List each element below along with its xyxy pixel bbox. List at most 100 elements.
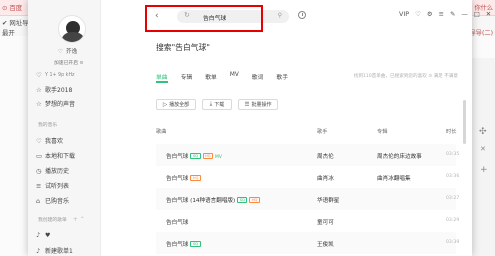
singer-cell[interactable]: 华语群星 — [317, 196, 339, 204]
vip-button[interactable]: VIP — [399, 10, 409, 18]
table-row[interactable]: 告白气球 HQ 曲肖冰 曲肖冰翻唱集 03:36 — [156, 166, 460, 188]
minimize-button[interactable]: — — [461, 10, 467, 18]
vip-status[interactable]: 加速已开启 ⊙ — [54, 59, 84, 66]
sidebar-item-label: 梦想的声音 — [45, 101, 76, 108]
user-name[interactable]: ♡ 芥逸 — [58, 47, 98, 55]
browser-tab[interactable]: ⊙ 百度 — [2, 3, 22, 12]
heart-icon: ♡ — [36, 136, 42, 145]
tab-singers[interactable]: 歌手 — [276, 72, 288, 81]
table-row[interactable]: 告白气球 SQ HQ MV 周杰伦 周杰伦的床边故事 03:35 — [156, 144, 460, 166]
tab-lyrics[interactable]: 歌词 — [252, 72, 264, 81]
sidebar-item-singer-2018[interactable]: ☆ 歌手2018 — [36, 85, 72, 95]
search-icon[interactable]: ⚲ — [278, 12, 282, 19]
search-feedback-tip[interactable]: 找到110首单曲，已搜索到您的喜欢 ⊙ 满足 不满意 — [354, 73, 458, 79]
user-name-text: 芥逸 — [66, 49, 78, 55]
heart-outline-icon: ♡ — [58, 49, 64, 55]
sidebar-playlist-item[interactable]: ♪ ♥ — [36, 231, 50, 239]
sidebar-item-label: 播放历史 — [45, 168, 70, 175]
bookmark-right-text[interactable]: 导导(二) — [470, 28, 493, 37]
sq-badge: SQ — [237, 197, 248, 203]
sidebar-item-trial-list[interactable]: ≡ 试听列表 — [36, 181, 70, 191]
duration-cell: 03:29 — [446, 218, 460, 223]
singer-cell[interactable]: 周杰伦 — [317, 152, 334, 160]
album-cell[interactable]: 周杰伦的床边故事 — [377, 152, 422, 160]
music-app-window: ♡ 芥逸 加速已开启 ⊙ ♡ Y 1+ 9p kHz ☆ 歌手2018 ☆ 梦想的… — [28, 0, 491, 256]
menu-icon[interactable]: ≡ — [439, 10, 444, 18]
header-song[interactable]: 歌曲 — [156, 128, 166, 135]
play-all-button[interactable]: ▷ 播放全部 — [156, 99, 196, 110]
bookmark-row-label[interactable]: 最开 — [2, 28, 15, 37]
download-button[interactable]: ⤓ 下载 — [202, 99, 232, 110]
avatar-body-shape — [62, 32, 84, 42]
song-title-cell: 告白气球 HQ — [166, 174, 201, 182]
singer-cell[interactable]: 曲肖冰 — [317, 174, 334, 182]
song-title[interactable]: 告白气球 — [166, 154, 188, 160]
sidebar-item-history[interactable]: ◷ 播放历史 — [36, 166, 70, 176]
hq-badge: HQ — [249, 197, 260, 203]
page-title: 搜索"告白气球" — [156, 43, 210, 52]
mv-link[interactable]: MV — [215, 155, 222, 160]
table-row[interactable]: 告白气球 童可可 03:29 — [156, 210, 460, 232]
singer-cell[interactable]: 王俊凯 — [317, 240, 334, 248]
move-icon[interactable]: ✣ — [479, 128, 487, 137]
header-singer[interactable]: 歌手 — [317, 128, 327, 135]
music-note-icon: ♪ — [36, 246, 41, 255]
song-title[interactable]: 告白气球 — [166, 220, 188, 226]
sidebar-item-label: 试听列表 — [45, 183, 70, 190]
sidebar-item-purchased[interactable]: ⌂ 已购音乐 — [36, 196, 70, 206]
plus-icon[interactable]: + — [480, 166, 488, 175]
checklist-icon: ☰ — [244, 101, 250, 108]
song-title[interactable]: 告白气球 — [166, 176, 188, 182]
computer-icon: ▭ — [36, 151, 43, 160]
tab-albums[interactable]: 专辑 — [181, 72, 193, 81]
music-note-icon: ♪ — [36, 231, 41, 239]
star-icon: ☆ — [36, 99, 42, 108]
table-row[interactable]: 告白气球 SQ 王俊凯 03:39 — [156, 232, 460, 254]
close-icon[interactable]: ✕ — [480, 146, 486, 153]
maximize-button[interactable]: □ — [474, 10, 480, 18]
batch-operation-button[interactable]: ☰ 批量操作 — [238, 99, 278, 110]
avatar[interactable] — [58, 15, 86, 43]
sidebar-playlist-item[interactable]: ♪ 新建歌单1 — [36, 246, 73, 256]
sidebar-item-dream-voice[interactable]: ☆ 梦想的声音 — [36, 99, 76, 109]
heart-outline-icon: ♡ — [36, 71, 42, 79]
mini-mode-icon[interactable]: ✎ — [450, 10, 455, 18]
playlist-ops-icons[interactable]: + ⌃ — [73, 216, 85, 223]
duration-cell: 03:39 — [446, 240, 460, 245]
sq-badge: SQ — [190, 153, 201, 159]
bag-icon: ⌂ — [36, 196, 41, 205]
table-row[interactable]: 告白气球 (14种语言翻唱版) SQ HQ 华语群星 03:27 — [156, 188, 460, 210]
sidebar-item-local-downloads[interactable]: ▭ 本地和下载 — [36, 151, 75, 161]
sq-badge: SQ — [190, 241, 201, 247]
sidebar-item-label: Y 1+ 9p kHz — [45, 72, 75, 78]
sidebar-item-favorites[interactable]: ♡ 我喜欢 — [36, 136, 63, 146]
header-album[interactable]: 专辑 — [377, 128, 387, 135]
bookmark-item[interactable]: ✔ 网址导 — [2, 18, 29, 27]
singer-cell[interactable]: 童可可 — [317, 218, 334, 226]
duration-cell: 03:35 — [446, 152, 460, 157]
settings-icon[interactable]: ⚙ — [427, 10, 433, 18]
section-my-music: 我的音乐 — [38, 123, 58, 128]
sidebar-item-label: ♥ — [45, 231, 51, 239]
song-title-cell: 告白气球 SQ HQ MV — [166, 152, 222, 160]
song-title[interactable]: 告白气球 — [166, 242, 188, 248]
header-duration[interactable]: 时长 — [446, 128, 456, 135]
batch-label: 批量操作 — [251, 102, 272, 108]
sidebar-item-truncated[interactable]: ♡ Y 1+ 9p kHz — [36, 71, 75, 79]
duration-cell: 03:36 — [446, 174, 460, 179]
song-title-cell: 告白气球 (14种语言翻唱版) SQ HQ — [166, 196, 260, 204]
close-button[interactable]: ✕ — [486, 10, 491, 18]
section-created-playlists: 我创建的歌单 + ⌃ — [38, 216, 85, 223]
album-cell[interactable]: 曲肖冰翻唱集 — [377, 174, 411, 182]
scrollbar[interactable] — [463, 100, 466, 144]
history-clock-icon[interactable] — [298, 11, 306, 19]
sidebar-item-label: 已购音乐 — [45, 198, 70, 205]
skin-icon[interactable]: ♡ — [415, 10, 421, 18]
song-title[interactable]: 告白气球 (14种语言翻唱版) — [166, 198, 235, 204]
highlight-annotation-box — [145, 5, 263, 32]
duration-cell: 03:27 — [446, 196, 460, 201]
hq-badge: HQ — [190, 175, 201, 181]
tab-playlists[interactable]: 歌单 — [205, 72, 217, 81]
tab-mv[interactable]: MV — [230, 72, 239, 81]
tab-songs[interactable]: 单曲 — [156, 72, 168, 81]
